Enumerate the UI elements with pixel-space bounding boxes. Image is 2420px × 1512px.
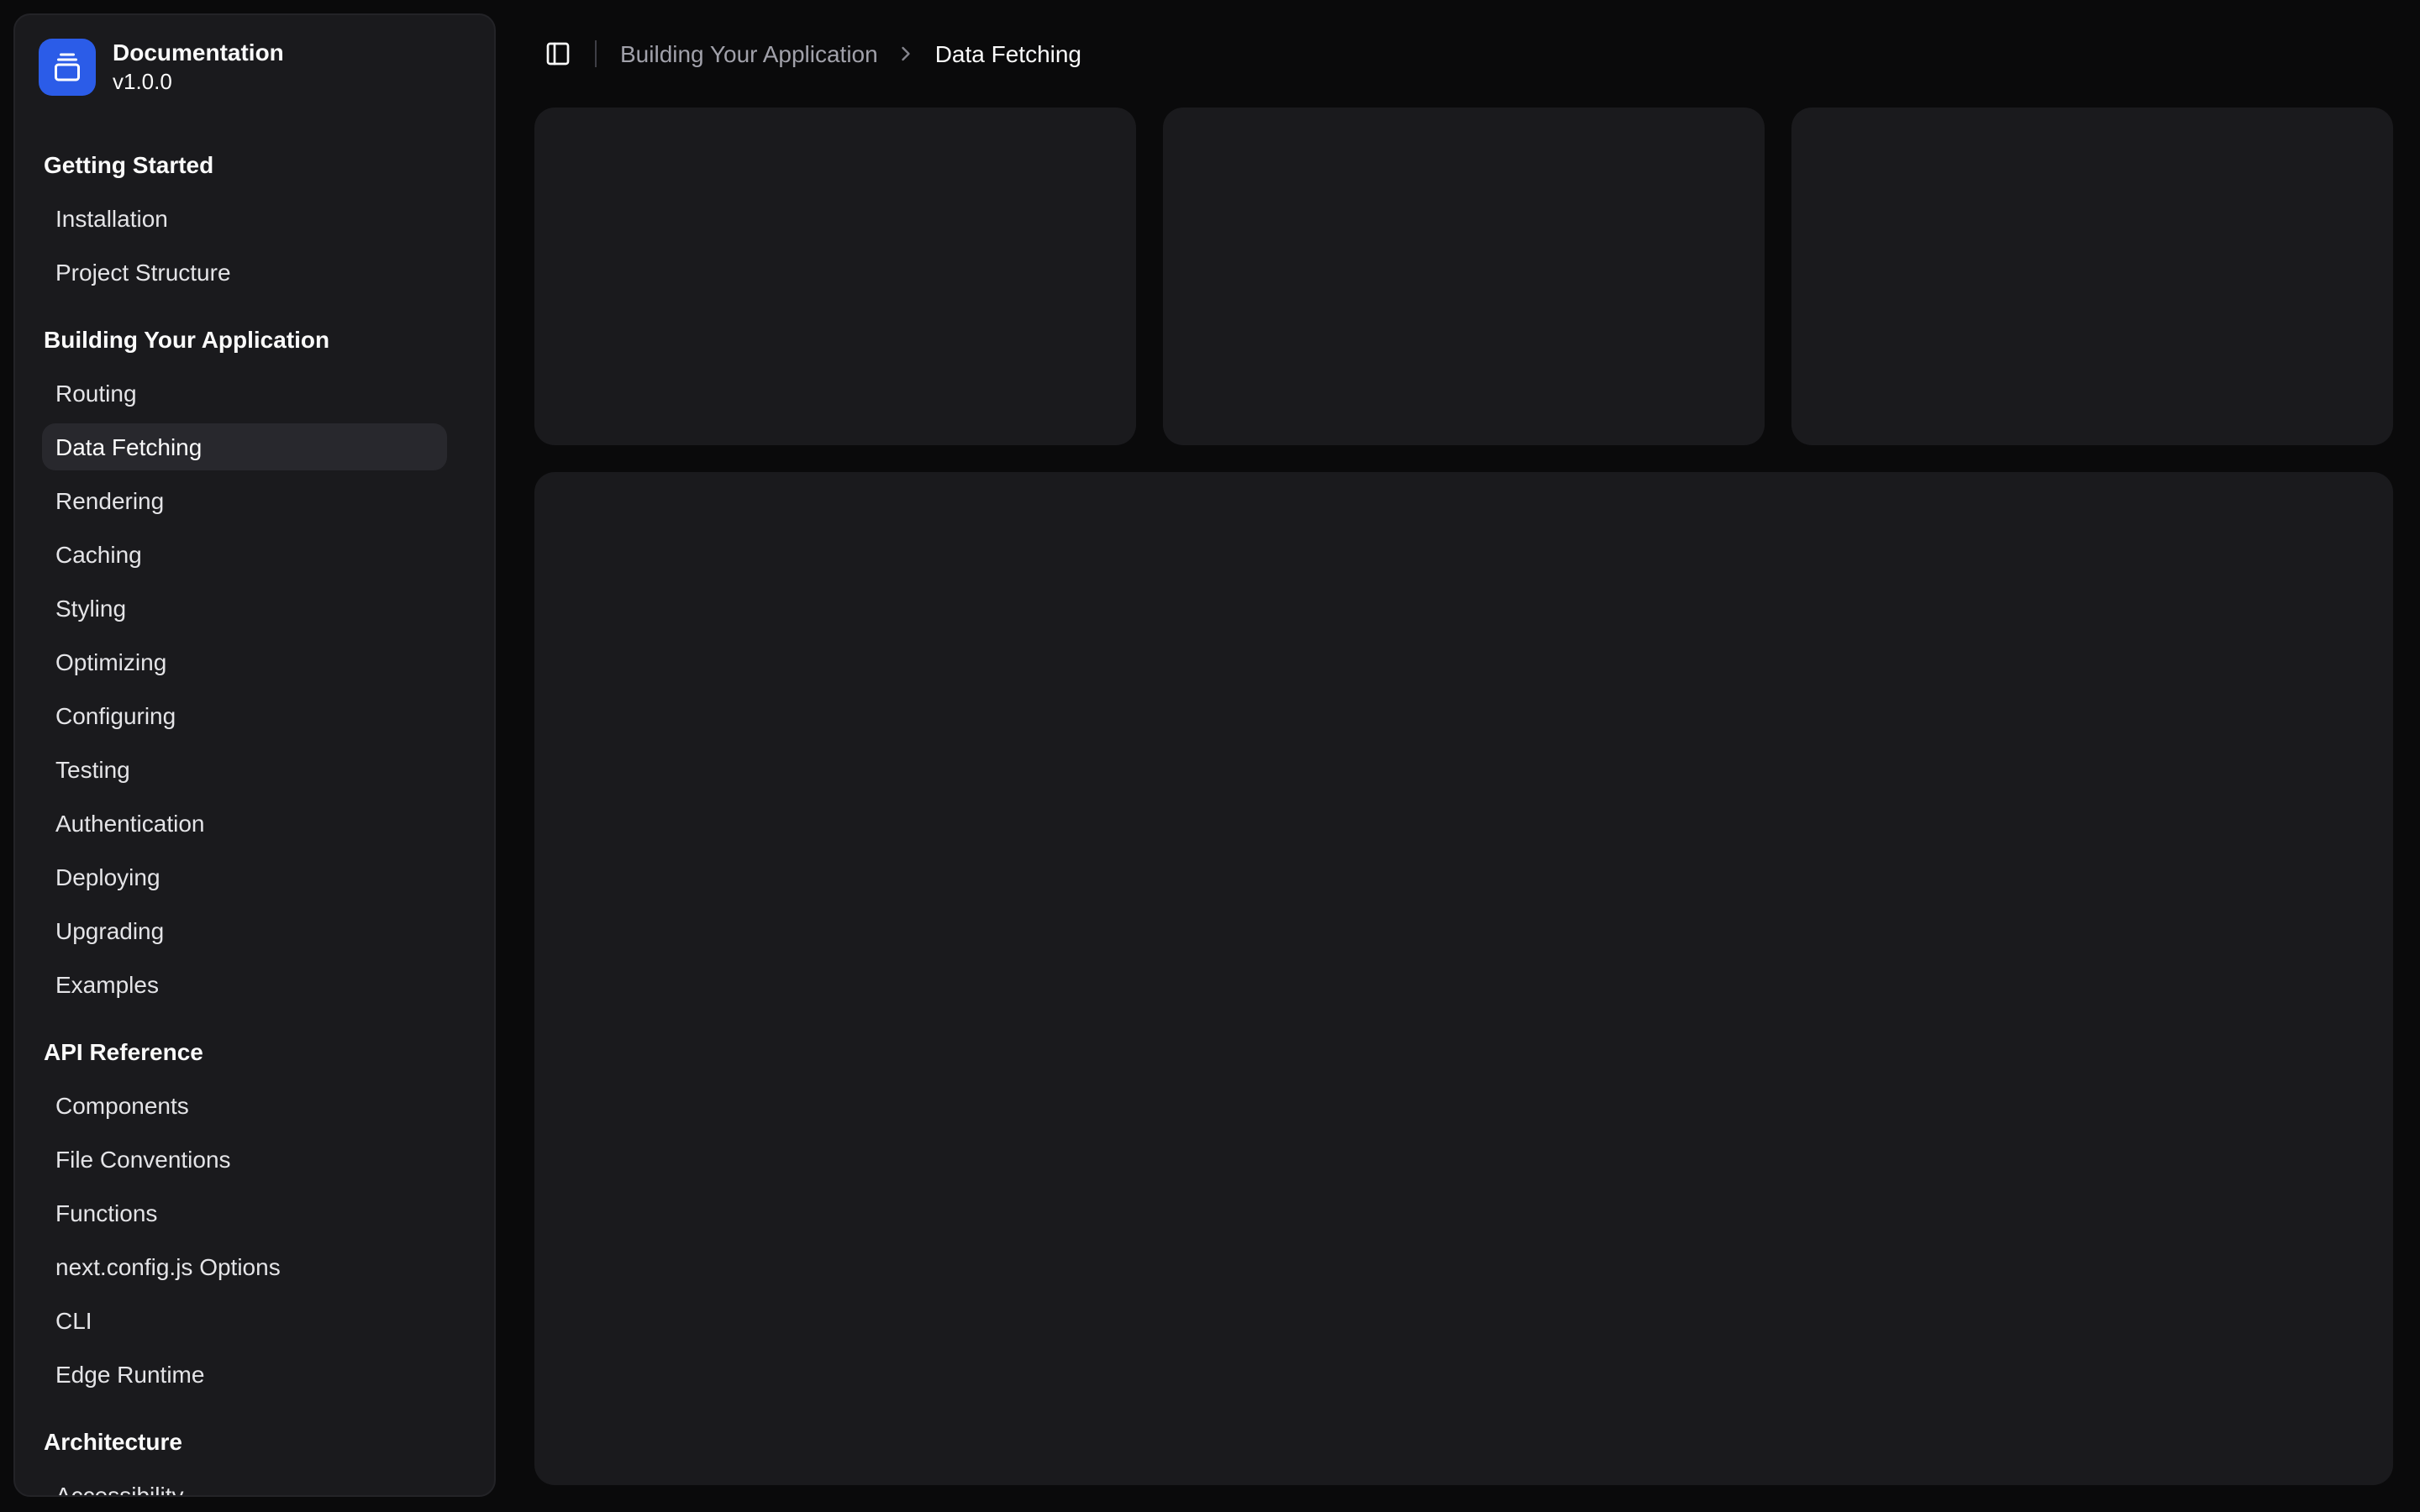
panel-left-icon xyxy=(544,40,571,67)
sidebar-item[interactable]: Caching xyxy=(42,531,447,578)
placeholder-card xyxy=(1163,108,1765,445)
sidebar-group: Getting Started Installation Project Struc… xyxy=(29,141,481,296)
sidebar-toggle-button[interactable] xyxy=(534,30,581,77)
sidebar-item[interactable]: Testing xyxy=(42,746,447,793)
sidebar-item[interactable]: Data Fetching xyxy=(42,423,447,470)
breadcrumb: Building Your Application Data Fetching xyxy=(620,40,1081,67)
sidebar-header: Documentation v1.0.0 xyxy=(15,15,494,113)
sidebar-item[interactable]: Project Structure xyxy=(42,249,447,296)
sidebar-group: Building Your Application Routing Data Fet… xyxy=(29,316,481,1008)
app-title: Documentation xyxy=(113,39,284,68)
sidebar-item[interactable]: Deploying xyxy=(42,853,447,900)
app-version: v1.0.0 xyxy=(113,69,284,95)
chevron-right-icon xyxy=(895,42,918,66)
sidebar-group-items: Components File Conventions Functions next.… xyxy=(42,1082,447,1398)
sidebar-item[interactable]: Configuring xyxy=(42,692,447,739)
sidebar-item[interactable]: Styling xyxy=(42,585,447,632)
sidebar-item[interactable]: CLI xyxy=(42,1297,447,1344)
sidebar-item[interactable]: Components xyxy=(42,1082,447,1129)
main-area: Building Your Application Data Fetching xyxy=(508,0,2420,1512)
sidebar-group-label[interactable]: Building Your Application xyxy=(29,316,481,363)
sidebar-group-label[interactable]: Getting Started xyxy=(29,141,481,188)
gallery-vertical-end-icon xyxy=(39,39,96,96)
placeholder-card xyxy=(534,108,1136,445)
page-content xyxy=(508,108,2420,1512)
sidebar-group: API Reference Components File Conventions F… xyxy=(29,1028,481,1398)
sidebar-group-items: Installation Project Structure xyxy=(42,195,447,296)
main-header: Building Your Application Data Fetching xyxy=(508,0,2420,108)
sidebar-item[interactable]: Functions xyxy=(42,1189,447,1236)
sidebar-item[interactable]: Routing xyxy=(42,370,447,417)
sidebar-group-label[interactable]: API Reference xyxy=(29,1028,481,1075)
breadcrumb-parent-link[interactable]: Building Your Application xyxy=(620,40,878,67)
placeholder-card xyxy=(1791,108,2393,445)
sidebar-item[interactable]: File Conventions xyxy=(42,1136,447,1183)
sidebar-item[interactable]: next.config.js Options xyxy=(42,1243,447,1290)
sidebar-item[interactable]: Installation xyxy=(42,195,447,242)
sidebar-item[interactable]: Examples xyxy=(42,961,447,1008)
placeholder-card-row xyxy=(534,108,2393,445)
breadcrumb-current-page: Data Fetching xyxy=(935,40,1081,67)
sidebar-item[interactable]: Authentication xyxy=(42,800,447,847)
sidebar: Documentation v1.0.0 Getting Started Inst… xyxy=(13,13,496,1497)
sidebar-item[interactable]: Accessibility xyxy=(42,1472,447,1497)
sidebar-group-items: Routing Data Fetching Rendering Caching Styl… xyxy=(42,370,447,1008)
sidebar-nav: Getting Started Installation Project Struc… xyxy=(15,141,494,1495)
main-placeholder-card xyxy=(534,472,2393,1485)
app-root: Documentation v1.0.0 Getting Started Inst… xyxy=(0,0,2420,1512)
sidebar-group-label[interactable]: Architecture xyxy=(29,1418,481,1465)
sidebar-group-items: Accessibility xyxy=(42,1472,447,1497)
app-home-button[interactable]: Documentation v1.0.0 xyxy=(39,39,471,96)
sidebar-item[interactable]: Edge Runtime xyxy=(42,1351,447,1398)
sidebar-group: Architecture Accessibility xyxy=(29,1418,481,1497)
sidebar-item[interactable]: Upgrading xyxy=(42,907,447,954)
header-separator xyxy=(595,40,597,67)
sidebar-item[interactable]: Rendering xyxy=(42,477,447,524)
sidebar-item[interactable]: Optimizing xyxy=(42,638,447,685)
app-title-block: Documentation v1.0.0 xyxy=(113,39,284,96)
